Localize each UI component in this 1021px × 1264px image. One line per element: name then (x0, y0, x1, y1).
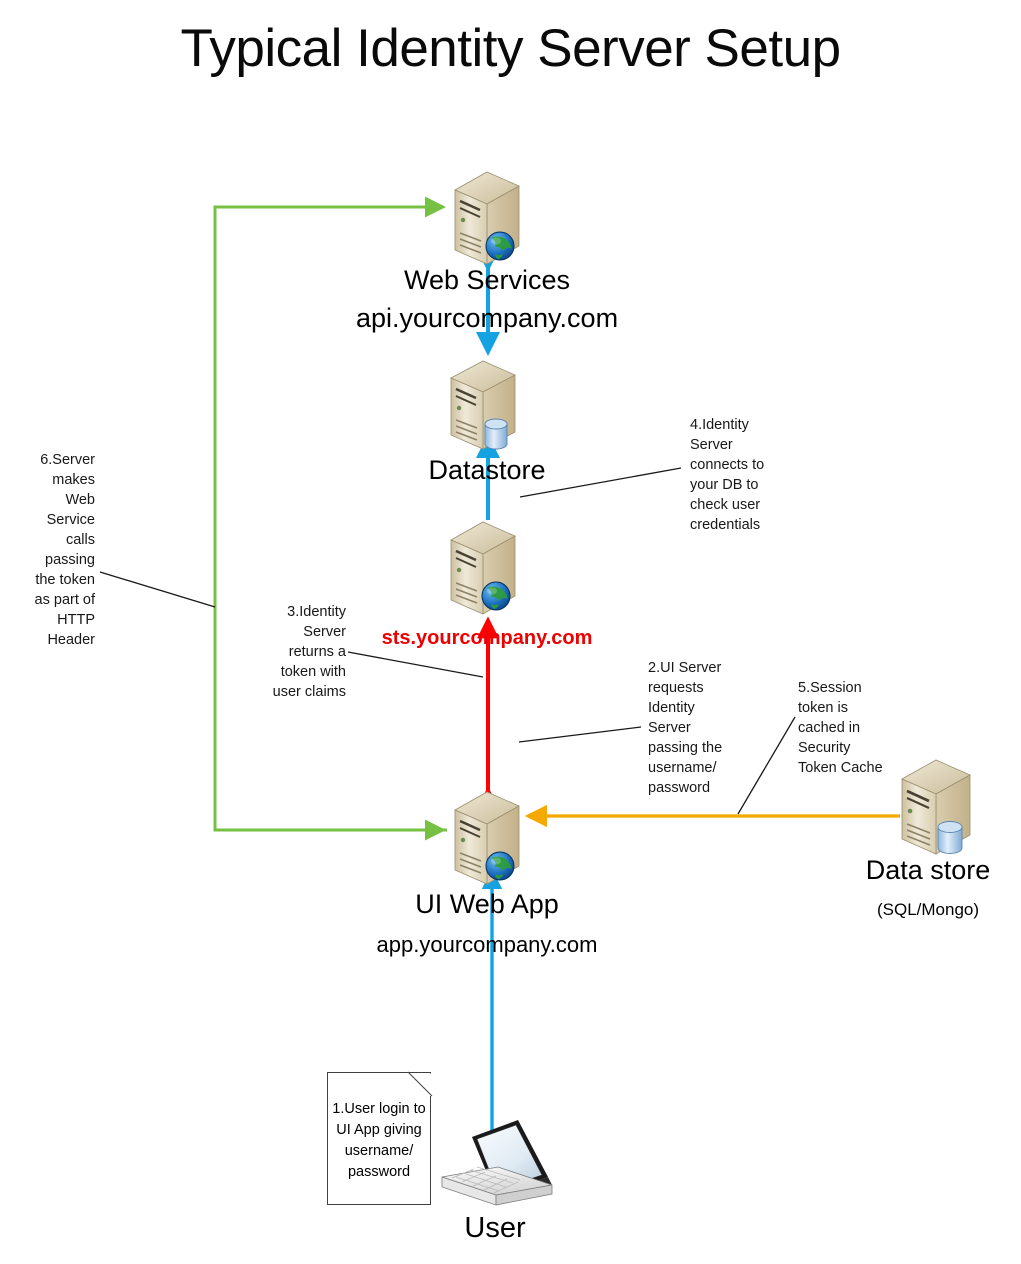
ui-web-app-label: UI Web App (415, 889, 559, 919)
node-data-store-right[interactable] (893, 755, 979, 860)
web-services-host: api.yourcompany.com (355, 303, 619, 333)
identity-server-host: sts.yourcompany.com (381, 627, 593, 649)
leader-line-step2 (518, 726, 642, 743)
annotation-step4: 4.Identity Server connects to your DB to… (690, 417, 765, 533)
laptop-icon (441, 1120, 553, 1206)
user-label: User (464, 1212, 526, 1244)
leader-line-step3 (347, 651, 484, 678)
annotation-step2: 2.UI Server requests Identity Server pas… (648, 660, 723, 796)
annotation-step5: 5.Session token is cached in Security To… (798, 680, 883, 776)
node-user[interactable] (436, 1115, 554, 1223)
note-step1-text: 1.User login to UI App giving username/ … (332, 1100, 426, 1180)
server-globe-icon (454, 791, 520, 885)
leader-line-step6 (99, 571, 216, 608)
ui-web-app-host: app.yourcompany.com (376, 932, 598, 957)
server-globe-icon (454, 171, 520, 265)
note-fold-icon (407, 1071, 433, 1097)
data-store-right-sublabel: (SQL/Mongo) (876, 900, 980, 919)
server-globe-icon (450, 521, 516, 615)
node-datastore-top[interactable] (443, 358, 523, 458)
data-store-right-label: Data store (865, 855, 991, 885)
datastore-top-label: Datastore (428, 455, 546, 485)
node-web-services[interactable] (447, 168, 527, 273)
server-database-icon (901, 759, 971, 855)
server-database-icon (450, 360, 516, 450)
node-ui-web-app[interactable] (447, 788, 527, 893)
annotation-step6: 6.Server makes Web Service calls passing… (34, 452, 95, 648)
edge-uiwebapp-to-webservices (213, 196, 447, 841)
annotation-step3: 3.Identity Server returns a token with u… (272, 604, 346, 700)
diagram-canvas: Typical Identity Server Setup Web Servic… (0, 0, 1021, 1264)
node-identity-server[interactable] (443, 518, 523, 623)
web-services-label: Web Services (403, 265, 571, 295)
